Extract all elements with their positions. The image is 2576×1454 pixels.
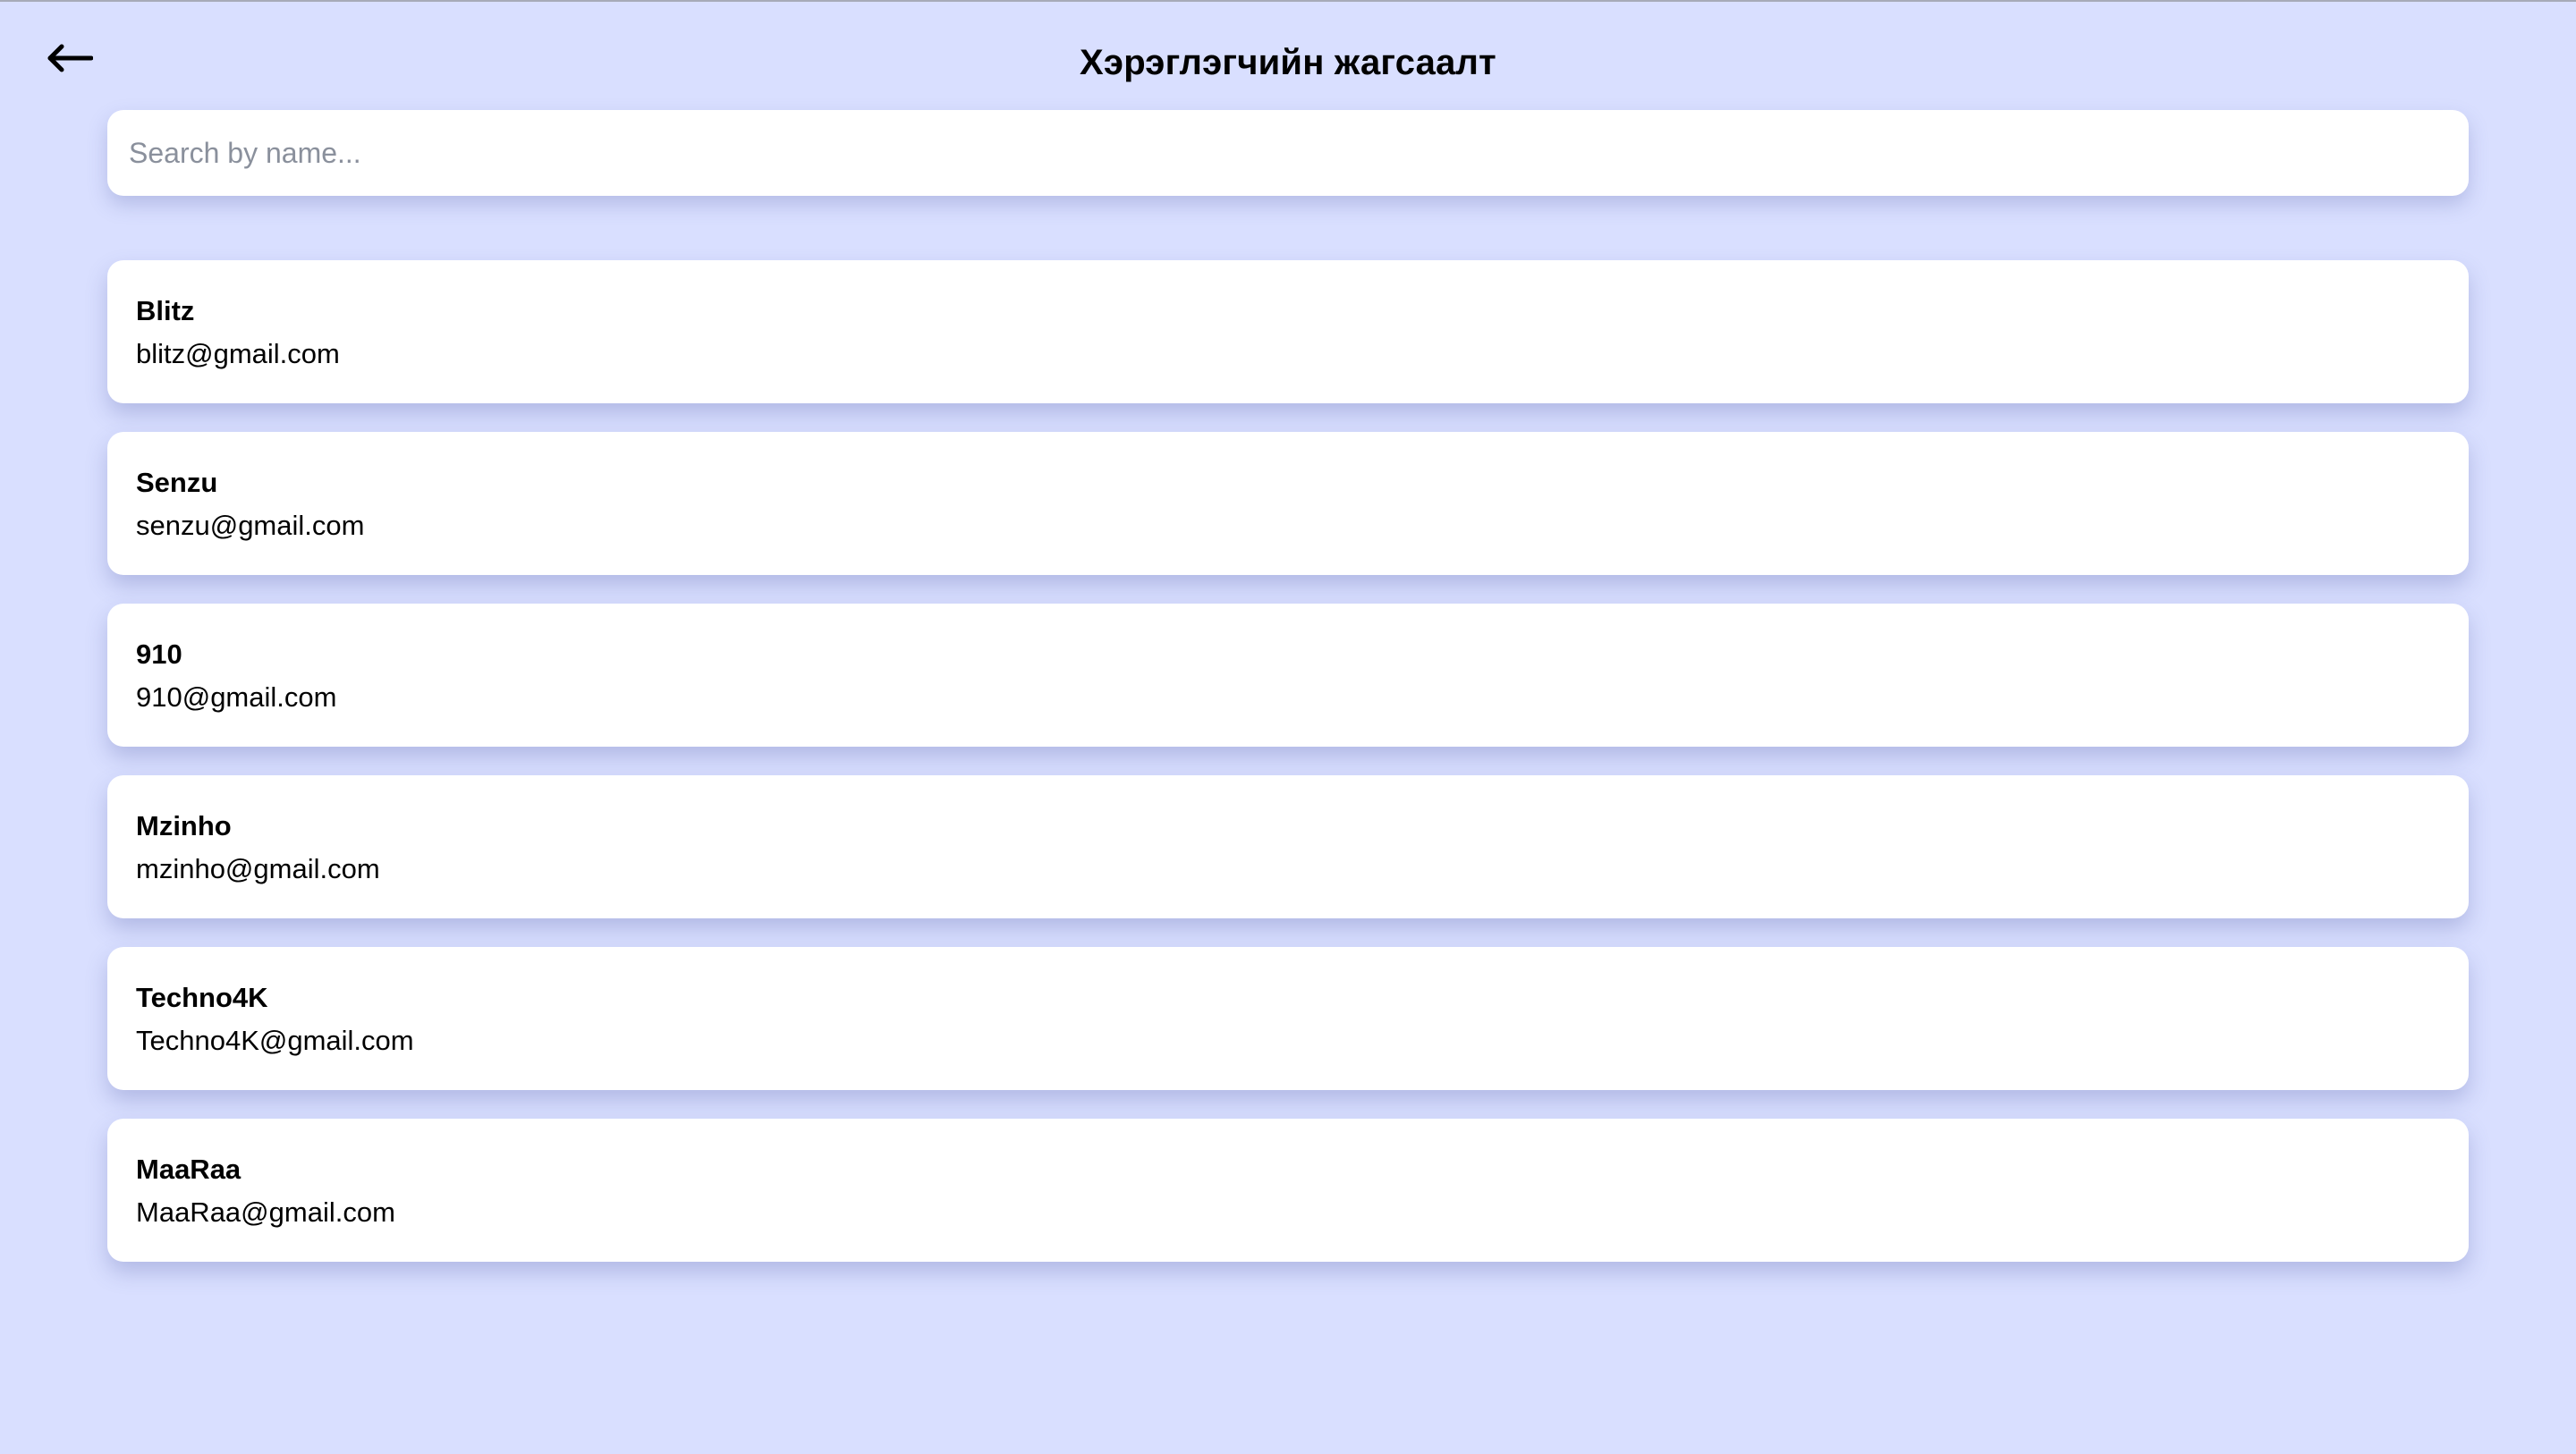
user-card[interactable]: MaaRaa MaaRaa@gmail.com — [107, 1119, 2469, 1262]
user-name: Senzu — [136, 467, 218, 498]
user-name: Blitz — [136, 295, 195, 326]
user-name: Techno4K — [136, 982, 268, 1013]
user-email: blitz@gmail.com — [136, 338, 340, 369]
user-email: Techno4K@gmail.com — [136, 1025, 414, 1056]
user-name: 910 — [136, 638, 182, 670]
user-card[interactable]: Techno4K Techno4K@gmail.com — [107, 947, 2469, 1090]
search-box — [107, 110, 2469, 196]
user-card[interactable]: Blitz blitz@gmail.com — [107, 260, 2469, 403]
user-list: Blitz blitz@gmail.com Senzu senzu@gmail.… — [107, 260, 2469, 1262]
user-card[interactable]: Mzinho mzinho@gmail.com — [107, 775, 2469, 918]
user-email: senzu@gmail.com — [136, 510, 365, 541]
user-email: mzinho@gmail.com — [136, 853, 380, 884]
user-name: Mzinho — [136, 810, 232, 841]
user-card[interactable]: Senzu senzu@gmail.com — [107, 432, 2469, 575]
user-name: MaaRaa — [136, 1154, 242, 1185]
page-title: Хэрэглэгчийн жагсаалт — [1080, 43, 1496, 82]
user-email: MaaRaa@gmail.com — [136, 1196, 395, 1228]
user-email: 910@gmail.com — [136, 681, 337, 713]
user-card[interactable]: 910 910@gmail.com — [107, 604, 2469, 747]
search-input[interactable] — [107, 110, 2469, 196]
